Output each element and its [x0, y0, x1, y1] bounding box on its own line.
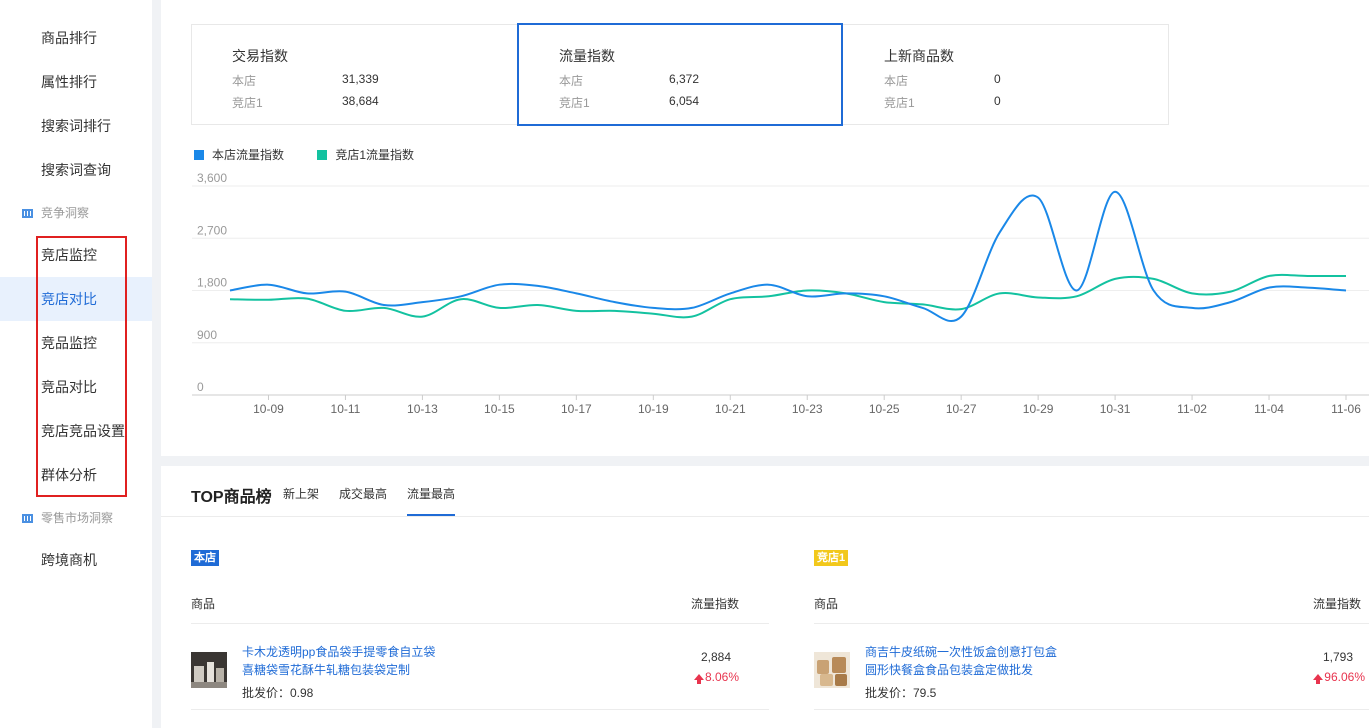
sidebar-item-rival-shop-compare[interactable]: 竞店对比	[0, 277, 152, 321]
x-tick-label: 10-09	[253, 402, 284, 416]
metric-row-rival: 竞店1 0	[884, 94, 1001, 110]
x-tick-label: 10-21	[715, 402, 746, 416]
y-tick-label: 0	[197, 380, 204, 394]
sidebar-item-group-analysis[interactable]: 群体分析	[0, 453, 152, 497]
product-price: 批发价：79.5	[865, 686, 937, 700]
competitor-compare-panel: 交易指数 本店 31,339 竞店1 38,684 流量指数 本店 6,372 竞店1…	[161, 0, 1369, 456]
metric-row-self: 本店 0	[884, 72, 1001, 88]
x-tick-label: 11-04	[1254, 402, 1284, 416]
arrow-up-icon	[693, 674, 704, 684]
metric-row-self: 本店 31,339	[232, 72, 379, 88]
x-tick-label: 10-31	[1100, 402, 1131, 416]
product-flow-change: 96.06%	[1271, 670, 1365, 684]
sidebar-group-label: 零售市场洞察	[41, 511, 114, 525]
x-tick-label: 10-15	[484, 402, 515, 416]
top-products-panel: TOP商品榜 新上架 成交最高 流量最高 本店 商品 流量指数 卡木龙透明pp食…	[161, 466, 1369, 728]
product-flow-value: 2,884	[700, 650, 731, 664]
metric-row-rival: 竞店1 38,684	[232, 94, 379, 110]
row-divider	[814, 709, 1369, 710]
x-tick-label: 10-13	[407, 402, 438, 416]
x-tick-label: 10-19	[638, 402, 669, 416]
metric-title: 上新商品数	[884, 48, 954, 64]
tab-top-sales[interactable]: 成交最高	[339, 485, 387, 502]
flow-index-line-chart: 3,600 2,700 1,800 900 0 10-09 10-11 10-13 10-15 1…	[192, 171, 1369, 416]
row-divider	[191, 709, 769, 710]
x-tick-label: 11-02	[1177, 402, 1207, 416]
col-head-product: 商品	[814, 597, 839, 611]
product-thumbnail-image	[814, 652, 850, 688]
col-head-flow-index: 流量指数	[1313, 597, 1362, 611]
building-icon	[22, 207, 33, 218]
sidebar-item-rival-product-compare[interactable]: 竞品对比	[0, 365, 152, 409]
sidebar-item-rival-product-monitor[interactable]: 竞品监控	[0, 321, 152, 365]
metric-title: 交易指数	[232, 48, 288, 64]
x-tick-label: 10-11	[331, 402, 361, 416]
sidebar-group-competition: 竞争洞察	[22, 203, 89, 223]
sidebar: 商品排行 属性排行 搜索词排行 搜索词查询 竞争洞察 竞店监控 竞店对比 竞品监…	[0, 0, 152, 728]
product-thumbnail-image	[191, 652, 227, 688]
product-flow-value: 1,793	[1322, 650, 1353, 664]
divider	[161, 516, 1369, 517]
tab-new-listed[interactable]: 新上架	[283, 485, 319, 502]
metric-cards: 交易指数 本店 31,339 竞店1 38,684 流量指数 本店 6,372 竞店1…	[191, 23, 1170, 126]
arrow-up-icon	[1313, 674, 1324, 684]
series-line-self	[229, 190, 1347, 323]
col-head-flow-index: 流量指数	[691, 597, 740, 611]
metric-card-new-products[interactable]: 上新商品数 本店 0 竞店1 0	[844, 25, 1170, 126]
sidebar-group-label: 竞争洞察	[41, 206, 90, 220]
self-shop-badge: 本店	[191, 550, 219, 566]
sidebar-group-retail-market: 零售市场洞察	[22, 508, 113, 528]
metric-row-self: 本店 6,372	[559, 72, 700, 88]
product-link-line2[interactable]: 圆形快餐盒食品包装盒定做批发	[865, 661, 1033, 678]
legend-swatch-self	[194, 150, 204, 160]
sidebar-item-attribute-ranking[interactable]: 属性排行	[0, 60, 152, 104]
series-line-rival	[229, 273, 1346, 319]
building-icon	[22, 512, 33, 523]
product-link[interactable]: 商吉牛皮纸碗一次性饭盒创意打包盒	[865, 643, 1057, 660]
x-tick-label: 10-27	[946, 402, 977, 416]
metric-row-rival: 竞店1 6,054	[559, 94, 700, 110]
sidebar-item-rival-settings[interactable]: 竞店竞品设置	[0, 409, 152, 453]
sidebar-item-search-term-ranking[interactable]: 搜索词排行	[0, 104, 152, 148]
legend-item-self[interactable]: 本店流量指数	[194, 146, 284, 163]
tab-top-traffic[interactable]: 流量最高	[407, 485, 455, 502]
x-tick-label: 11-06	[1331, 402, 1361, 416]
chart-legend: 本店流量指数 竞店1流量指数	[194, 146, 444, 163]
metric-title: 流量指数	[559, 48, 615, 64]
product-thumbnail[interactable]	[191, 652, 227, 688]
product-link-line2[interactable]: 喜糖袋雪花酥牛轧糖包装袋定制	[242, 661, 410, 678]
metric-card-trade-index[interactable]: 交易指数 本店 31,339 竞店1 38,684	[192, 25, 518, 126]
y-tick-label: 1,800	[197, 276, 227, 290]
sidebar-item-cross-border[interactable]: 跨境商机	[0, 538, 152, 582]
rival-shop-badge: 竞店1	[814, 550, 849, 566]
metric-card-flow-index[interactable]: 流量指数 本店 6,372 竞店1 6,054	[517, 23, 843, 126]
x-tick-label: 10-29	[1023, 402, 1054, 416]
y-tick-label: 3,600	[197, 171, 227, 185]
product-flow-change: 8.06%	[651, 670, 739, 684]
sidebar-item-rival-shop-monitor[interactable]: 竞店监控	[0, 233, 152, 277]
top-products-title: TOP商品榜	[191, 489, 272, 506]
x-tick-label: 10-17	[561, 402, 592, 416]
y-tick-label: 2,700	[197, 223, 227, 237]
legend-swatch-rival	[317, 150, 328, 160]
y-tick-label: 900	[197, 328, 217, 342]
product-price: 批发价：0.98	[242, 686, 314, 700]
legend-item-rival[interactable]: 竞店1流量指数	[317, 146, 414, 163]
product-thumbnail[interactable]	[814, 652, 850, 688]
row-divider	[814, 623, 1369, 624]
col-head-product: 商品	[191, 597, 216, 611]
sidebar-item-search-term-query[interactable]: 搜索词查询	[0, 148, 152, 192]
x-tick-label: 10-25	[869, 402, 900, 416]
x-tick-label: 10-23	[792, 402, 823, 416]
row-divider	[191, 623, 769, 624]
product-link[interactable]: 卡木龙透明pp食品袋手提零食自立袋	[242, 643, 435, 660]
sidebar-item-product-ranking[interactable]: 商品排行	[0, 16, 152, 60]
